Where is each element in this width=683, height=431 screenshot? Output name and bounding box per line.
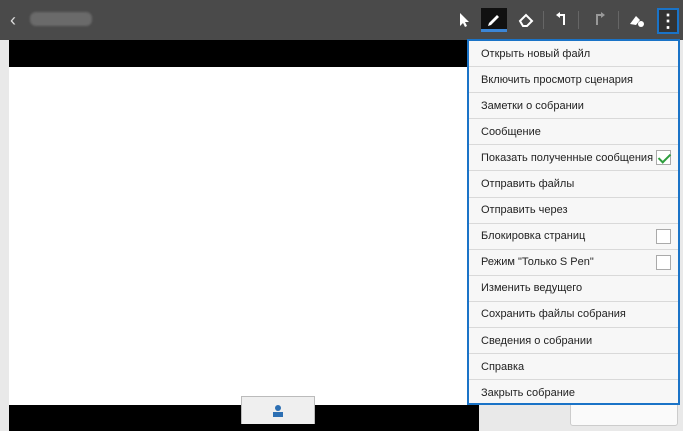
action-bar: ‹ ⋮ <box>0 0 683 40</box>
menu-item-save-meeting-files[interactable]: Сохранить файлы собрания <box>469 302 678 329</box>
pen-icon[interactable] <box>481 8 507 32</box>
options-menu: Открыть новый файл Включить просмотр сце… <box>467 39 680 405</box>
menu-item-meeting-info[interactable]: Сведения о собрании <box>469 328 678 355</box>
drawing-canvas[interactable] <box>9 67 479 405</box>
menu-item-send-via[interactable]: Отправить через <box>469 198 678 224</box>
more-vertical-icon: ⋮ <box>659 11 677 31</box>
participants-tab[interactable] <box>241 396 315 424</box>
blurred-title <box>30 12 92 26</box>
canvas-top-band <box>9 40 479 67</box>
redo-icon[interactable] <box>587 8 613 32</box>
eraser-icon[interactable] <box>513 8 539 32</box>
menu-item-close-meeting[interactable]: Закрыть собрание <box>469 380 678 406</box>
clear-icon[interactable] <box>624 8 650 32</box>
menu-item-s-pen-only-mode[interactable]: Режим "Только S Pen" <box>469 250 678 276</box>
more-options-button[interactable]: ⋮ <box>657 8 679 34</box>
left-edge <box>0 40 9 431</box>
menu-item-meeting-notes[interactable]: Заметки о собрании <box>469 93 678 120</box>
menu-item-enable-script-view[interactable]: Включить просмотр сценария <box>469 67 678 94</box>
undo-icon[interactable] <box>548 8 574 32</box>
menu-item-message[interactable]: Сообщение <box>469 119 678 146</box>
menu-item-help[interactable]: Справка <box>469 354 678 381</box>
participants-icon <box>273 404 283 417</box>
received-messages-checkbox[interactable] <box>656 150 671 166</box>
menu-item-page-lock[interactable]: Блокировка страниц <box>469 224 678 250</box>
pointer-icon[interactable] <box>451 8 477 32</box>
menu-item-show-received-messages[interactable]: Показать полученные сообщения <box>469 145 678 172</box>
menu-item-change-presenter[interactable]: Изменить ведущего <box>469 276 678 302</box>
menu-item-send-files[interactable]: Отправить файлы <box>469 171 678 198</box>
s-pen-only-checkbox[interactable] <box>656 254 671 270</box>
menu-item-open-new-file[interactable]: Открыть новый файл <box>469 41 678 68</box>
page-lock-checkbox[interactable] <box>656 228 671 244</box>
back-chevron-icon[interactable]: ‹ <box>10 10 24 30</box>
